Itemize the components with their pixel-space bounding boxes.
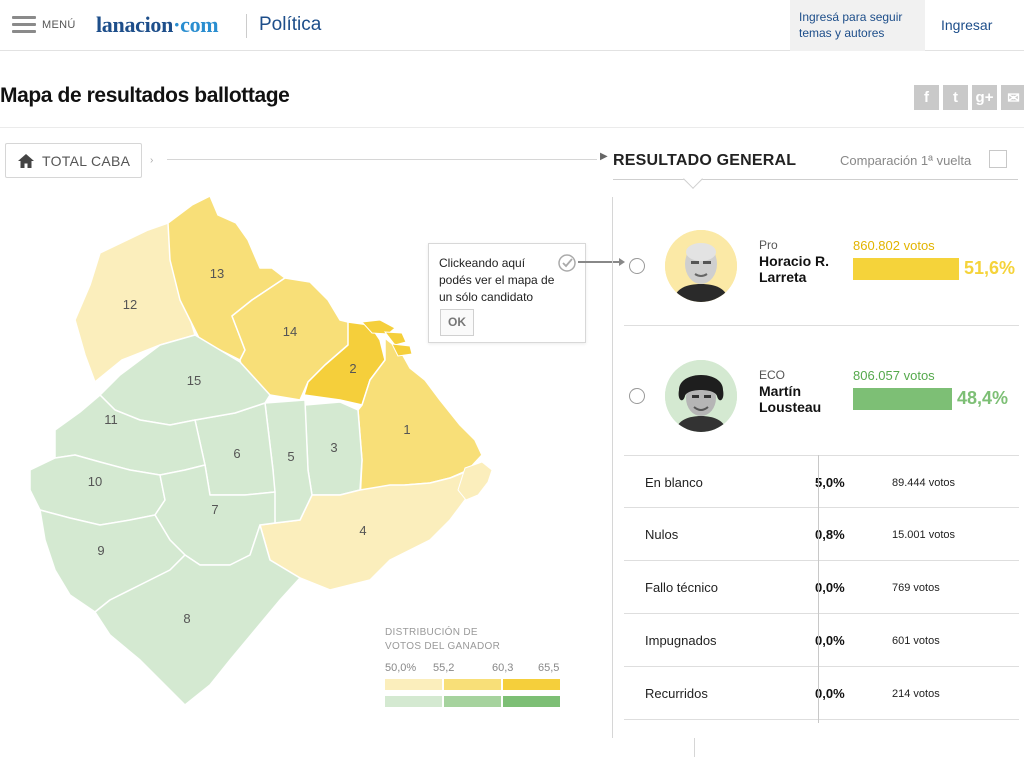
stat-row: Recurridos 0,0% 214 votos [624, 667, 1019, 720]
stat-votes: 89.444 votos [892, 477, 955, 489]
chevron-right-icon: ▶ [600, 151, 608, 162]
legend-swatch [503, 679, 560, 690]
stat-votes: 769 votos [892, 582, 940, 594]
stat-label: Impugnados [645, 633, 717, 648]
legend-title: DISTRIBUCIÓN DE VOTOS DEL GANADOR [385, 627, 501, 652]
bottom-divider [694, 738, 695, 757]
googleplus-icon[interactable]: g+ [972, 85, 997, 110]
candidate-radio[interactable] [629, 388, 645, 404]
legend-scale-eco [385, 696, 562, 707]
candidate-divider [624, 325, 1019, 326]
stat-percent: 0,0% [815, 580, 845, 595]
svg-text:13: 13 [210, 266, 224, 281]
email-icon[interactable]: ✉ [1001, 85, 1024, 110]
legend-swatch [444, 679, 501, 690]
stat-percent: 0,8% [815, 527, 845, 542]
stat-votes: 214 votos [892, 688, 940, 700]
stats-column-divider [818, 455, 819, 723]
total-caba-label: TOTAL CABA [42, 152, 131, 169]
twitter-icon[interactable]: t [943, 85, 968, 110]
breadcrumb-line [167, 159, 597, 160]
tooltip-ok-button[interactable]: OK [440, 309, 474, 336]
section-link[interactable]: Política [259, 14, 321, 36]
tooltip-text: Clickeando aquí podés ver el mapa de un … [439, 256, 555, 304]
login-link[interactable]: Ingresar [941, 17, 992, 33]
candidate-photo [665, 230, 737, 302]
results-title: RESULTADO GENERAL [613, 152, 797, 169]
legend-swatch [385, 679, 442, 690]
candidate-row[interactable]: Pro Horacio R. Larreta 860.802 votos 51,… [625, 200, 1019, 330]
stat-row: Nulos 0,8% 15.001 votos [624, 508, 1019, 561]
svg-text:14: 14 [283, 324, 297, 339]
svg-text:2: 2 [349, 361, 356, 376]
candidate-photo [665, 360, 737, 432]
candidate-votes: 806.057 votos [853, 368, 935, 383]
candidate-vote-bar [853, 258, 959, 280]
title-divider [0, 127, 1024, 128]
share-buttons: f t g+ ✉ [910, 85, 1024, 110]
top-bar: MENÚ lanacion·com Política Ingresá para … [0, 0, 1024, 51]
legend-swatch [444, 696, 501, 707]
stat-votes: 601 votos [892, 635, 940, 647]
stat-votes: 15.001 votos [892, 529, 955, 541]
svg-text:6: 6 [233, 446, 240, 461]
candidate-name: Horacio R. Larreta [759, 253, 830, 285]
hamburger-icon [12, 16, 36, 33]
candidate-vote-bar [853, 388, 952, 410]
svg-text:12: 12 [123, 297, 137, 312]
stat-row: Impugnados 0,0% 601 votos [624, 614, 1019, 667]
candidate-percent: 48,4% [957, 388, 1009, 408]
stat-percent: 5,0% [815, 475, 845, 490]
menu-label: MENÚ [42, 18, 76, 31]
svg-text:4: 4 [359, 523, 366, 538]
svg-text:7: 7 [211, 502, 218, 517]
compare-first-round-checkbox[interactable] [989, 150, 1007, 168]
candidate-row[interactable]: ECO Martín Lousteau 806.057 votos 48,4% [625, 330, 1019, 460]
candidate-party: ECO [759, 368, 786, 382]
svg-text:11: 11 [104, 412, 118, 427]
candidate-percent: 51,6% [964, 258, 1016, 278]
svg-text:8: 8 [183, 611, 190, 626]
svg-text:15: 15 [187, 373, 201, 388]
results-divider [613, 179, 1018, 180]
results-notch [683, 169, 703, 189]
svg-text:10: 10 [88, 474, 102, 489]
stat-row: Fallo técnico 0,0% 769 votos [624, 561, 1019, 614]
candidate-filter-tooltip: Clickeando aquí podés ver el mapa de un … [428, 243, 586, 343]
other-votes-table: En blanco 5,0% 89.444 votos Nulos 0,8% 15.001… [624, 455, 1019, 720]
logo-divider [246, 14, 247, 38]
candidate-votes: 860.802 votos [853, 238, 935, 253]
stat-percent: 0,0% [815, 633, 845, 648]
page-title: Mapa de resultados ballottage [0, 84, 290, 107]
compare-first-round-label: Comparación 1ª vuelta [840, 153, 972, 168]
svg-text:3: 3 [330, 440, 337, 455]
svg-text:5: 5 [287, 449, 294, 464]
facebook-icon[interactable]: f [914, 85, 939, 110]
site-logo[interactable]: lanacion·com [96, 12, 219, 38]
total-caba-button[interactable]: TOTAL CABA [5, 143, 142, 178]
stat-label: Recurridos [645, 686, 708, 701]
candidate-radio[interactable] [629, 258, 645, 274]
candidate-name: Martín Lousteau [759, 383, 822, 415]
follow-topics-link[interactable]: Ingresá para seguir temas y autores [790, 0, 925, 51]
legend-swatch [385, 696, 442, 707]
tooltip-pointer [578, 258, 625, 266]
stat-percent: 0,0% [815, 686, 845, 701]
home-icon [18, 153, 34, 168]
stat-label: Nulos [645, 527, 679, 542]
menu-button[interactable]: MENÚ [12, 16, 76, 33]
legend-scale-pro [385, 679, 562, 690]
svg-text:9: 9 [97, 543, 104, 558]
stat-row: En blanco 5,0% 89.444 votos [624, 455, 1019, 508]
check-circle-icon [558, 254, 576, 272]
svg-text:1: 1 [403, 422, 410, 437]
chevron-right-icon: › [150, 155, 154, 166]
panel-divider [612, 197, 613, 738]
candidate-party: Pro [759, 238, 778, 252]
legend-swatch [503, 696, 560, 707]
stat-label: En blanco [645, 475, 703, 490]
stat-label: Fallo técnico [645, 580, 718, 595]
